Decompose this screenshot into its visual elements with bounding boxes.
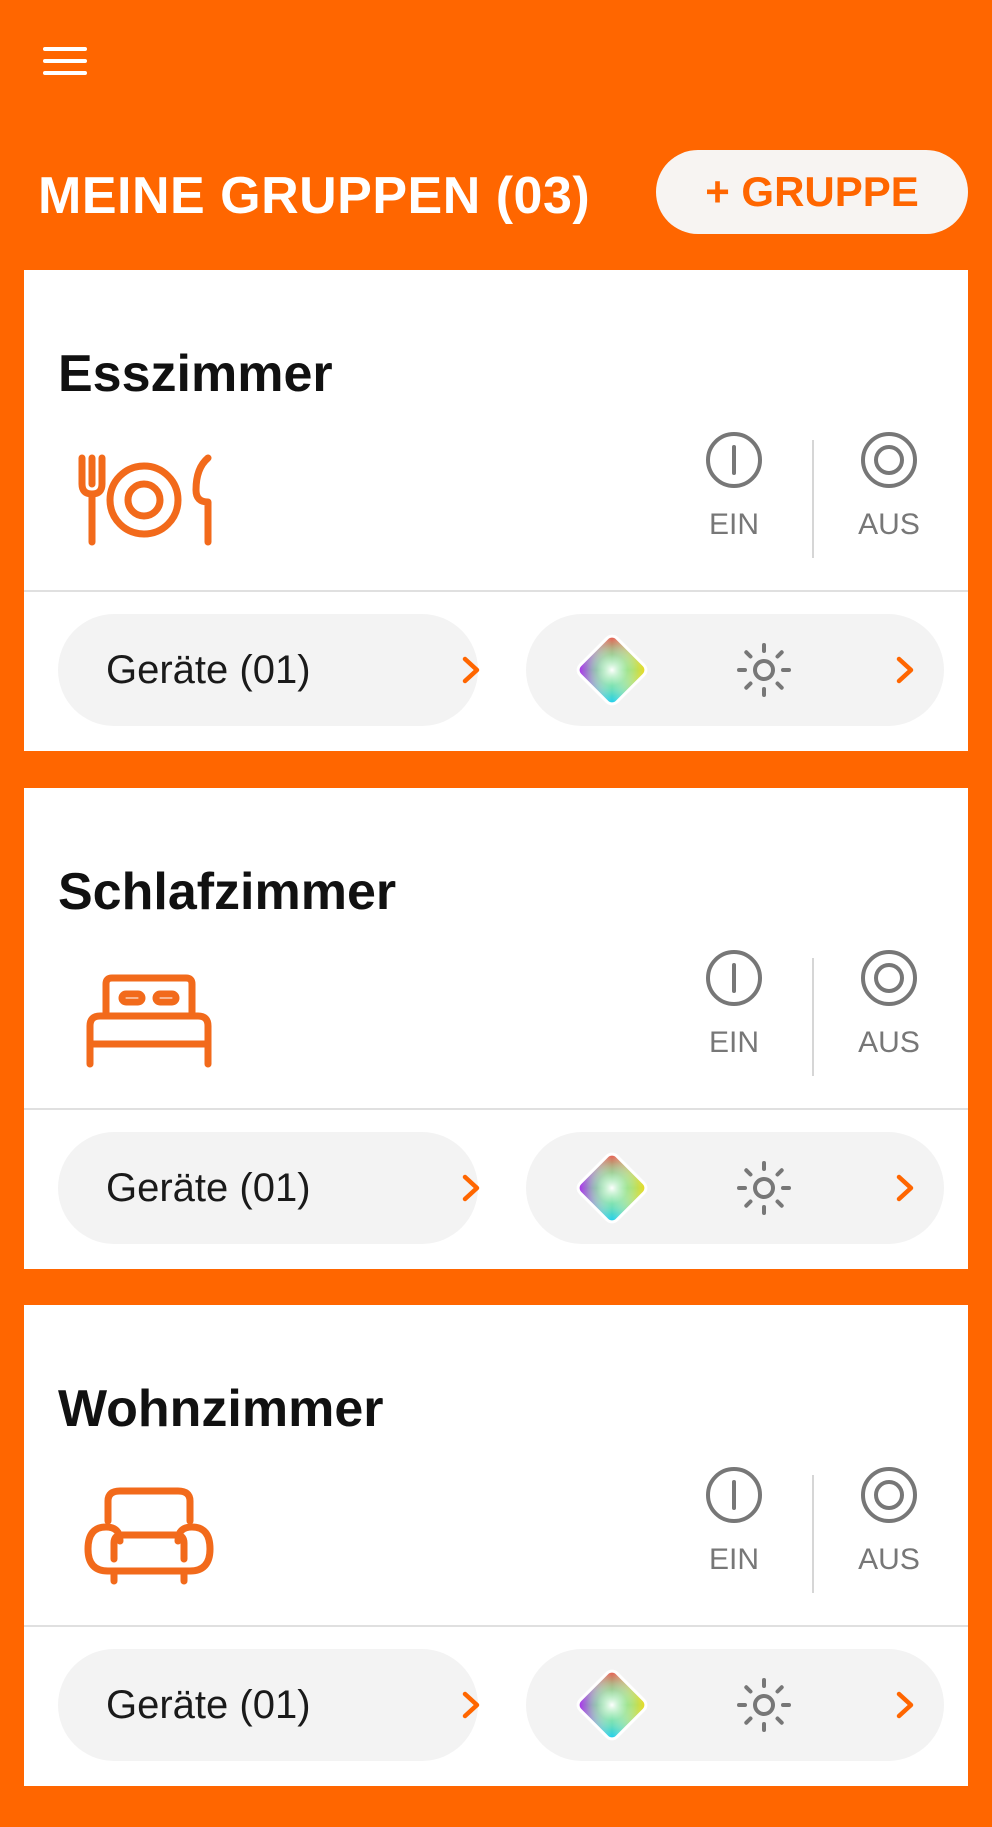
devices-label: Geräte (01) [106,1683,311,1727]
divider [24,1625,968,1627]
power-off-button[interactable]: AUS [839,430,939,550]
group-card-esszimmer[interactable]: Esszimmer EIN AUS Geräte (01) [24,270,968,751]
chevron-right-icon [894,654,918,686]
power-on-button[interactable]: EIN [684,948,784,1068]
devices-button[interactable]: Geräte (01) [58,1132,478,1244]
chevron-right-icon [460,1689,484,1721]
page-title: MEINE GRUPPEN (03) [38,167,591,225]
power-on-icon [704,430,764,490]
rgb-color-icon [572,630,652,710]
power-on-button[interactable]: EIN [684,430,784,550]
chevron-right-icon [460,654,484,686]
group-card-schlafzimmer[interactable]: Schlafzimmer EIN AUS Geräte (01) [24,788,968,1269]
divider [812,958,814,1076]
armchair-icon [84,1487,214,1585]
add-group-button[interactable]: + GRUPPE [656,150,968,234]
chevron-right-icon [460,1172,484,1204]
power-on-button[interactable]: EIN [684,1465,784,1585]
group-name: Schlafzimmer [58,863,397,921]
dining-icon [78,454,212,546]
off-label: AUS [858,1543,920,1576]
light-settings-button[interactable] [526,614,944,726]
power-off-button[interactable]: AUS [839,948,939,1068]
power-on-icon [704,1465,764,1525]
brightness-icon [734,1675,794,1735]
rgb-color-icon [572,1665,652,1745]
group-name: Wohnzimmer [58,1380,384,1438]
on-label: EIN [708,1543,759,1576]
light-settings-button[interactable] [526,1649,944,1761]
divider [812,440,814,558]
light-settings-button[interactable] [526,1132,944,1244]
off-label: AUS [858,1026,920,1059]
power-off-icon [859,430,919,490]
devices-button[interactable]: Geräte (01) [58,614,478,726]
on-label: EIN [708,1026,759,1059]
power-off-icon [859,948,919,1008]
power-off-button[interactable]: AUS [839,1465,939,1585]
devices-label: Geräte (01) [106,1166,311,1210]
on-label: EIN [708,508,759,541]
rgb-color-icon [572,1148,652,1228]
divider [24,590,968,592]
app-screen: MEINE GRUPPEN (03) + GRUPPE Esszimmer EI… [0,0,992,1827]
power-off-icon [859,1465,919,1525]
chevron-right-icon [894,1172,918,1204]
menu-icon[interactable] [40,44,90,78]
divider [812,1475,814,1593]
devices-button[interactable]: Geräte (01) [58,1649,478,1761]
off-label: AUS [858,508,920,541]
divider [24,1108,968,1110]
devices-label: Geräte (01) [106,648,311,692]
group-name: Esszimmer [58,345,333,403]
group-card-wohnzimmer[interactable]: Wohnzimmer EIN AUS Geräte (01) [24,1305,968,1786]
power-on-icon [704,948,764,1008]
bed-icon [86,974,212,1068]
chevron-right-icon [894,1689,918,1721]
brightness-icon [734,640,794,700]
brightness-icon [734,1158,794,1218]
